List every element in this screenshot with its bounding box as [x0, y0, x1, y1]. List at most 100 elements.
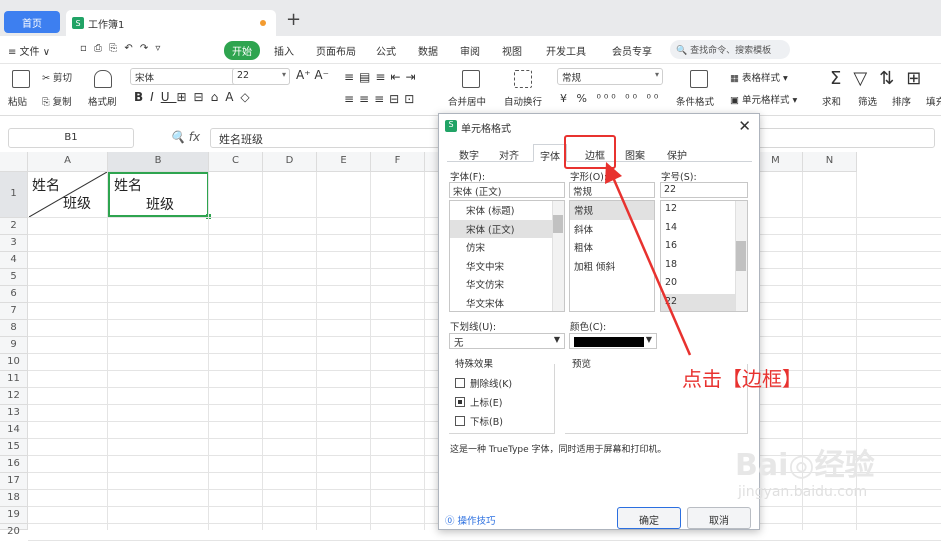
ok-button[interactable]: 确定	[617, 507, 681, 529]
filter-label[interactable]: 筛选	[858, 94, 877, 108]
menu-start[interactable]: 开始	[224, 41, 260, 60]
col-header-c[interactable]: C	[209, 152, 263, 172]
row-header-13[interactable]: 13	[0, 405, 28, 422]
row-header-14[interactable]: 14	[0, 422, 28, 439]
conditional-format-icon[interactable]	[690, 70, 708, 88]
size-list[interactable]: 12 14 16 18 20 22	[660, 200, 748, 312]
sort-label[interactable]: 排序	[892, 94, 911, 108]
format-painter-icon[interactable]	[94, 70, 112, 88]
font-list-item[interactable]: 宋体 (标题)	[450, 201, 564, 220]
tab-number[interactable]: 数字	[453, 144, 485, 162]
color-select[interactable]: ▼	[569, 333, 657, 349]
menu-member[interactable]: 会员专享	[612, 43, 652, 58]
cell-b1-selected[interactable]: 姓名 班级	[108, 172, 211, 219]
font-input[interactable]: 宋体 (正文)	[449, 182, 565, 198]
row-header-5[interactable]: 5	[0, 269, 28, 286]
row-header-17[interactable]: 17	[0, 473, 28, 490]
row-header-9[interactable]: 9	[0, 337, 28, 354]
cancel-button[interactable]: 取消	[687, 507, 751, 529]
menu-insert[interactable]: 插入	[274, 43, 294, 58]
quick-access-toolbar[interactable]: ▫ ⎙ ⎘ ↶ ↷ ▿	[80, 43, 162, 54]
col-header-n[interactable]: N	[803, 152, 857, 172]
align-top-buttons[interactable]: ≡▤≡⇤⇥	[344, 70, 421, 84]
row-header-4[interactable]: 4	[0, 252, 28, 269]
menu-view[interactable]: 视图	[502, 43, 522, 58]
size-list-scroll-thumb[interactable]	[736, 241, 746, 271]
font-list-item[interactable]: 华文宋体	[450, 294, 564, 312]
menu-formula[interactable]: 公式	[376, 43, 396, 58]
edit-icons[interactable]: Σ▽⇅⊞	[830, 68, 933, 89]
merge-icon[interactable]	[462, 70, 480, 88]
row-header-18[interactable]: 18	[0, 490, 28, 507]
tab-alignment[interactable]: 对齐	[493, 144, 525, 162]
size-input[interactable]: 22	[660, 182, 748, 198]
command-search[interactable]: 🔍 查找命令、搜索模板	[670, 40, 790, 59]
col-header-d[interactable]: D	[263, 152, 317, 172]
paste-icon[interactable]	[12, 70, 30, 88]
merge-label[interactable]: 合并居中	[448, 94, 486, 108]
dialog-close-icon[interactable]: ✕	[738, 117, 751, 135]
fill-label[interactable]: 填充	[926, 94, 941, 108]
number-format-select[interactable]: 常规	[557, 68, 663, 85]
tab-home[interactable]: 首页	[4, 11, 60, 33]
font-list-item[interactable]: 宋体 (正文)	[450, 219, 564, 238]
cell-a1[interactable]: 姓名 班级	[29, 172, 107, 217]
row-header-12[interactable]: 12	[0, 388, 28, 405]
style-input[interactable]: 常规	[569, 182, 655, 198]
table-style-button[interactable]: ▦ 表格样式 ▾	[730, 70, 788, 84]
font-style-buttons[interactable]: BIU⊞⊟⌂A◇	[134, 90, 257, 104]
row-header-20[interactable]: 20	[0, 524, 28, 537]
align-bottom-buttons[interactable]: ≡≡≡⊟⊡	[344, 92, 419, 106]
col-header-b[interactable]: B	[108, 152, 209, 172]
menu-page-layout[interactable]: 页面布局	[316, 43, 356, 58]
fx-button[interactable]: 🔍 fx	[170, 130, 200, 144]
menu-review[interactable]: 审阅	[460, 43, 480, 58]
paste-label[interactable]: 粘贴	[8, 94, 27, 108]
wrap-text-icon[interactable]	[514, 70, 532, 88]
col-header-f[interactable]: F	[371, 152, 425, 172]
row-header-1[interactable]: 1	[0, 172, 28, 218]
row-header-6[interactable]: 6	[0, 286, 28, 303]
style-list-item[interactable]: 加粗 倾斜	[570, 257, 654, 276]
style-list-item[interactable]: 粗体	[570, 238, 654, 257]
style-list[interactable]: 常规 斜体 粗体 加粗 倾斜	[569, 200, 655, 312]
select-all-corner[interactable]	[0, 152, 28, 172]
row-header-10[interactable]: 10	[0, 354, 28, 371]
menu-data[interactable]: 数据	[418, 43, 438, 58]
style-list-item[interactable]: 常规	[570, 201, 654, 220]
tab-workbook[interactable]: S 工作簿1	[66, 10, 276, 36]
cut-button[interactable]: ✂ 剪切	[42, 70, 72, 84]
file-menu[interactable]: ≡ 文件 ∨	[8, 43, 50, 58]
font-list[interactable]: 宋体 (标题) 宋体 (正文) 仿宋 华文中宋 华文仿宋 华文宋体	[449, 200, 565, 312]
row-header-2[interactable]: 2	[0, 218, 28, 235]
copy-button[interactable]: ⎘ 复制	[42, 94, 72, 108]
size-list-scrollbar[interactable]	[735, 201, 747, 311]
menu-developer[interactable]: 开发工具	[546, 43, 586, 58]
wrap-text-label[interactable]: 自动换行	[504, 94, 542, 108]
new-tab-button[interactable]: +	[286, 9, 301, 30]
row-header-16[interactable]: 16	[0, 456, 28, 473]
conditional-format-label[interactable]: 条件格式	[676, 94, 714, 108]
font-list-item[interactable]: 华文中宋	[450, 257, 564, 276]
superscript-checkbox[interactable]: 上标(E)	[455, 395, 502, 409]
tab-font[interactable]: 字体	[533, 144, 567, 163]
name-box[interactable]: B1	[8, 128, 134, 148]
font-list-item[interactable]: 华文仿宋	[450, 275, 564, 294]
row-header-11[interactable]: 11	[0, 371, 28, 388]
font-list-scrollbar[interactable]	[552, 201, 564, 311]
font-size-select[interactable]: 22	[232, 68, 290, 85]
underline-select[interactable]: 无 ▼	[449, 333, 565, 349]
subscript-checkbox[interactable]: 下标(B)	[455, 414, 503, 428]
format-painter-label[interactable]: 格式刷	[88, 94, 117, 108]
row-header-8[interactable]: 8	[0, 320, 28, 337]
style-list-item[interactable]: 斜体	[570, 220, 654, 239]
row-header-15[interactable]: 15	[0, 439, 28, 456]
cell-style-button[interactable]: ▣ 单元格样式 ▾	[730, 92, 797, 106]
strikethrough-checkbox[interactable]: 删除线(K)	[455, 376, 512, 390]
font-list-scroll-thumb[interactable]	[553, 215, 563, 233]
tab-protection[interactable]: 保护	[661, 144, 693, 162]
row-header-19[interactable]: 19	[0, 507, 28, 524]
col-header-e[interactable]: E	[317, 152, 371, 172]
row-header-7[interactable]: 7	[0, 303, 28, 320]
sum-label[interactable]: 求和	[822, 94, 841, 108]
